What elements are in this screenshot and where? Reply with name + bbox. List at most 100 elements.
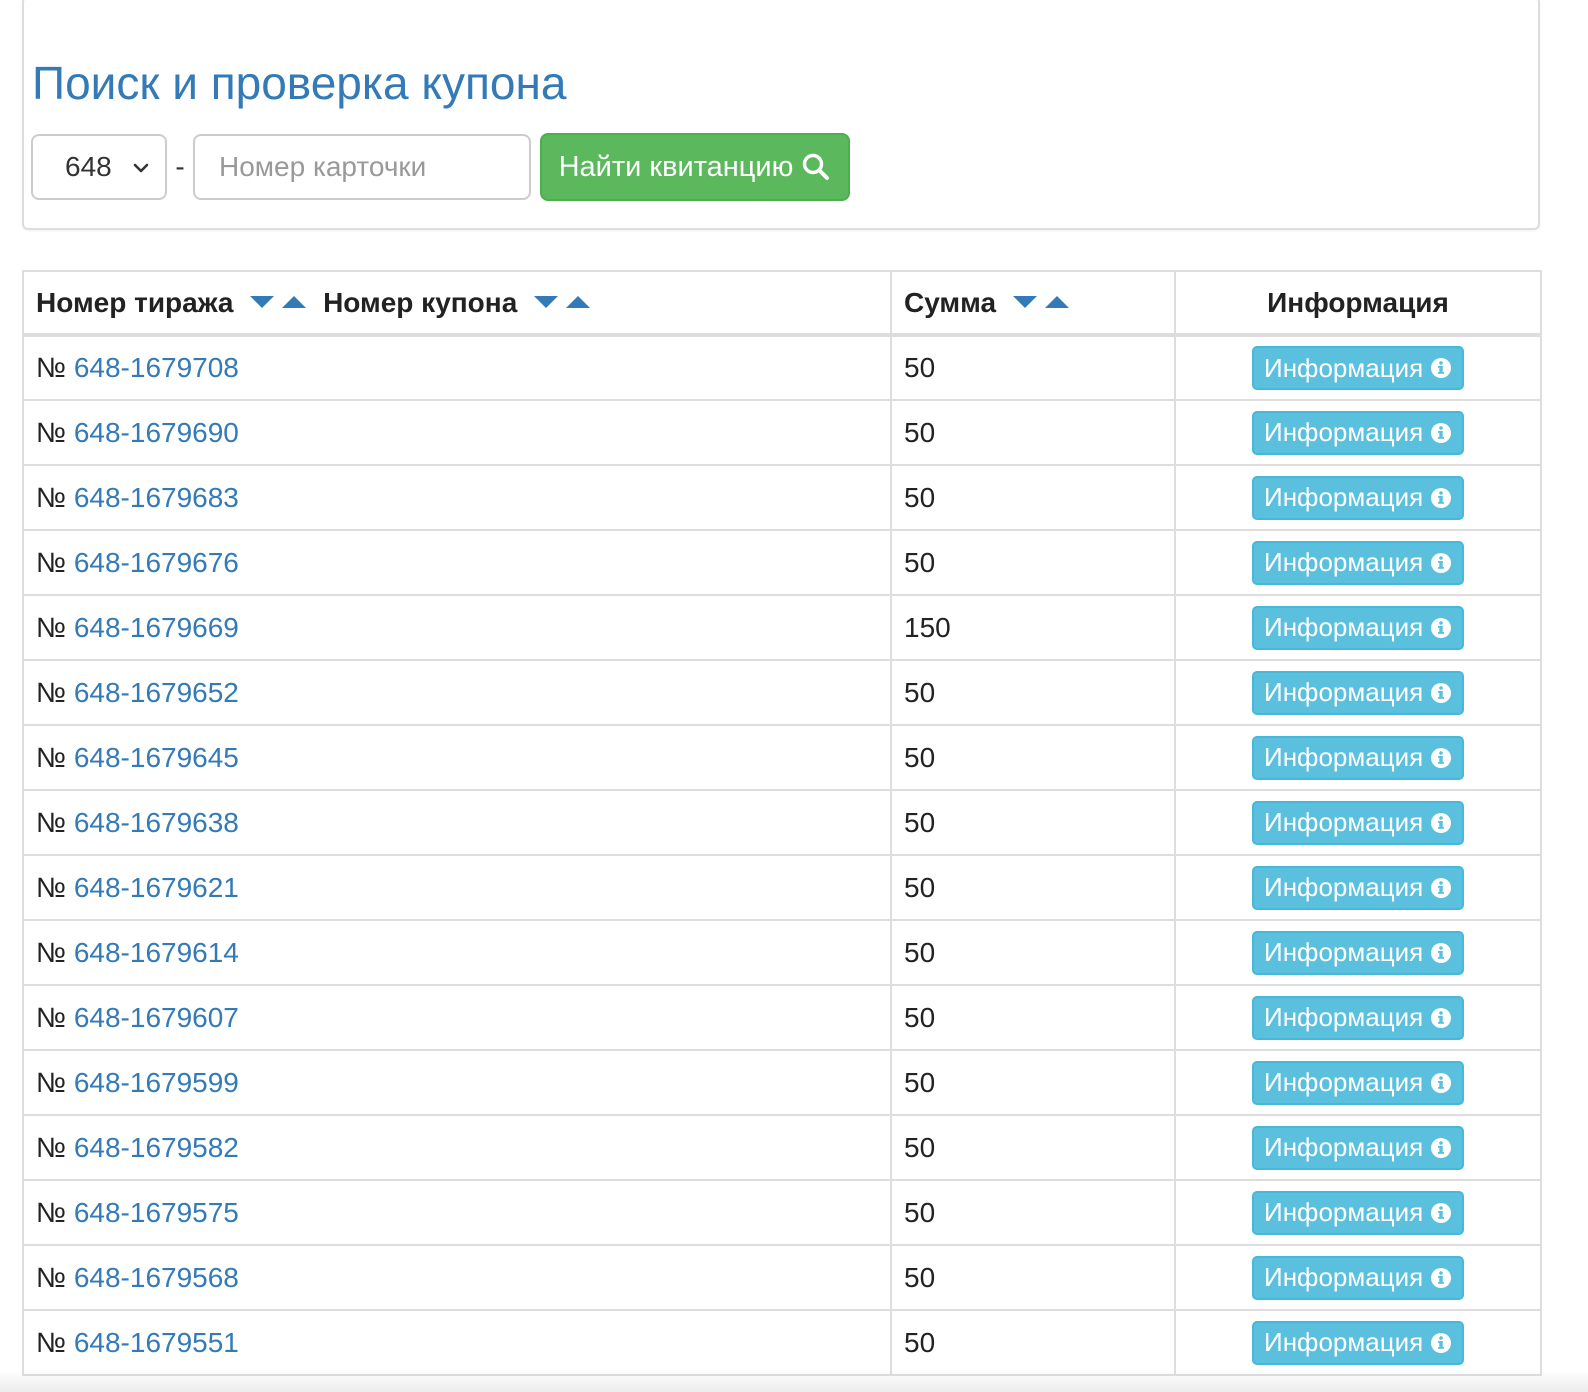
info-button[interactable]: Информация (1252, 865, 1464, 910)
coupon-link[interactable]: 648-1679551 (74, 1327, 239, 1358)
coupon-cell: № 648-1679645 (22, 724, 892, 791)
info-circle-icon (1431, 877, 1451, 898)
info-button[interactable]: Информация (1252, 1190, 1464, 1235)
number-sign: № (36, 676, 67, 708)
coupon-link[interactable]: 648-1679599 (74, 1067, 239, 1098)
info-button[interactable]: Информация (1252, 1255, 1464, 1300)
info-circle-icon (1431, 1332, 1451, 1353)
header-amount-label: Сумма (904, 286, 997, 318)
info-button[interactable]: Информация (1252, 800, 1464, 845)
table-row: № 648-1679669 150 Информация (22, 594, 1542, 661)
sort-desc-icon[interactable] (249, 294, 275, 310)
info-circle-icon (1431, 1202, 1451, 1223)
coupon-link[interactable]: 648-1679575 (74, 1197, 239, 1228)
info-button[interactable]: Информация (1252, 540, 1464, 585)
sort-asc-icon[interactable] (1044, 294, 1070, 310)
coupon-cell: № 648-1679676 (22, 529, 892, 596)
amount-cell: 50 (890, 1244, 1176, 1311)
table-row: № 648-1679652 50 Информация (22, 659, 1542, 726)
find-receipt-button[interactable]: Найти квитанцию (540, 133, 850, 201)
amount-cell: 50 (890, 919, 1176, 986)
info-circle-icon (1431, 617, 1451, 638)
table-row: № 648-1679638 50 Информация (22, 789, 1542, 856)
coupon-link[interactable]: 648-1679568 (74, 1262, 239, 1293)
coupon-rows: № 648-1679708 50 Информация № 648-1679690 50… (22, 334, 1542, 1376)
coupon-link[interactable]: 648-1679638 (74, 807, 239, 838)
coupon-link[interactable]: 648-1679708 (74, 352, 239, 383)
info-cell: Информация (1174, 1309, 1542, 1376)
sort-desc-icon[interactable] (1012, 294, 1038, 310)
number-sign: № (36, 1261, 67, 1293)
info-button-label: Информация (1264, 417, 1424, 447)
info-cell: Информация (1174, 1114, 1542, 1181)
coupon-cell: № 648-1679669 (22, 594, 892, 661)
draw-sort-controls (249, 294, 307, 310)
coupon-link[interactable]: 648-1679645 (74, 742, 239, 773)
coupon-cell: № 648-1679575 (22, 1179, 892, 1246)
info-circle-icon (1431, 1267, 1451, 1288)
table-row: № 648-1679645 50 Информация (22, 724, 1542, 791)
info-button[interactable]: Информация (1252, 1125, 1464, 1170)
info-button-label: Информация (1264, 1327, 1424, 1357)
table-row: № 648-1679568 50 Информация (22, 1244, 1542, 1311)
info-cell: Информация (1174, 1244, 1542, 1311)
coupon-cell: № 648-1679614 (22, 919, 892, 986)
number-sign: № (36, 871, 67, 903)
info-circle-icon (1431, 682, 1451, 703)
coupon-link[interactable]: 648-1679683 (74, 482, 239, 513)
coupon-link[interactable]: 648-1679690 (74, 417, 239, 448)
info-button[interactable]: Информация (1252, 1320, 1464, 1365)
info-button[interactable]: Информация (1252, 346, 1464, 390)
table-row: № 648-1679551 50 Информация (22, 1309, 1542, 1376)
coupon-link[interactable]: 648-1679614 (74, 937, 239, 968)
info-button[interactable]: Информация (1252, 1060, 1464, 1105)
info-button-label: Информация (1264, 807, 1424, 837)
coupon-link[interactable]: 648-1679676 (74, 547, 239, 578)
coupon-cell: № 648-1679568 (22, 1244, 892, 1311)
amount-cell: 50 (890, 1114, 1176, 1181)
info-button-label: Информация (1264, 1067, 1424, 1097)
info-circle-icon (1431, 358, 1451, 378)
info-cell: Информация (1174, 984, 1542, 1051)
info-button-label: Информация (1264, 352, 1424, 383)
info-button-label: Информация (1264, 937, 1424, 967)
coupon-link[interactable]: 648-1679669 (74, 612, 239, 643)
page-title: Поиск и проверка купона (32, 57, 567, 109)
coupon-link[interactable]: 648-1679582 (74, 1132, 239, 1163)
info-circle-icon (1431, 1072, 1451, 1093)
sort-desc-icon[interactable] (533, 294, 559, 310)
info-button[interactable]: Информация (1252, 670, 1464, 715)
info-cell: Информация (1174, 854, 1542, 921)
info-button[interactable]: Информация (1252, 605, 1464, 650)
info-button[interactable]: Информация (1252, 930, 1464, 975)
series-select[interactable]: 648 (31, 134, 167, 200)
info-cell: Информация (1174, 399, 1542, 466)
info-button[interactable]: Информация (1252, 475, 1464, 520)
info-button-label: Информация (1264, 612, 1424, 642)
info-button[interactable]: Информация (1252, 735, 1464, 780)
sort-asc-icon[interactable] (565, 294, 591, 310)
find-receipt-label: Найти квитанцию (558, 150, 794, 183)
amount-cell: 50 (890, 724, 1176, 791)
info-button[interactable]: Информация (1252, 410, 1464, 455)
amount-cell: 50 (890, 1309, 1176, 1376)
coupon-link[interactable]: 648-1679607 (74, 1002, 239, 1033)
number-sign: № (36, 611, 67, 643)
coupon-cell: № 648-1679599 (22, 1049, 892, 1116)
table-row: № 648-1679690 50 Информация (22, 399, 1542, 466)
amount-cell: 50 (890, 854, 1176, 921)
number-sign: № (36, 1326, 67, 1358)
amount-cell: 50 (890, 399, 1176, 466)
number-sign: № (36, 936, 67, 968)
chevron-down-icon (133, 163, 149, 173)
coupon-link[interactable]: 648-1679621 (74, 872, 239, 903)
coupon-link[interactable]: 648-1679652 (74, 677, 239, 708)
sort-asc-icon[interactable] (281, 294, 307, 310)
coupon-cell: № 648-1679551 (22, 1309, 892, 1376)
info-button[interactable]: Информация (1252, 995, 1464, 1040)
series-select-value: 648 (65, 151, 112, 182)
info-circle-icon (1431, 1007, 1451, 1028)
card-number-input[interactable] (193, 134, 531, 200)
number-sign: № (36, 1066, 67, 1098)
info-circle-icon (1431, 1137, 1451, 1158)
